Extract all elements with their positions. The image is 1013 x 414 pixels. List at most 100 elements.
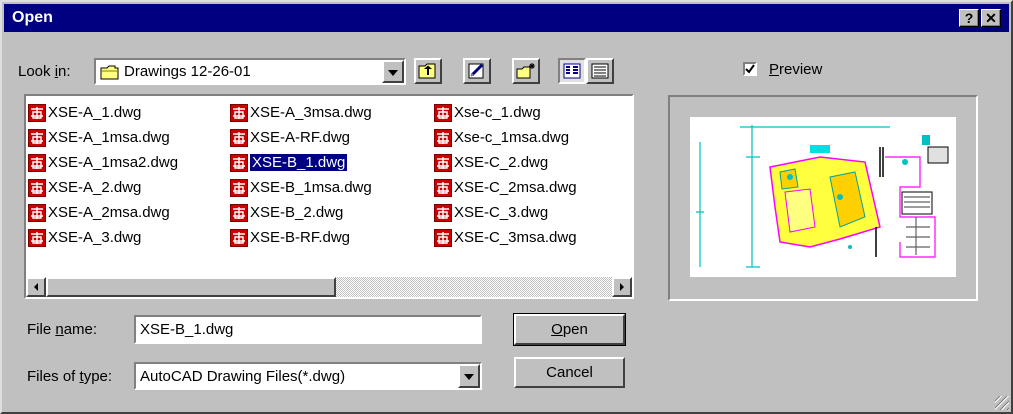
file-column-3: Xse-c_1.dwg Xse-c_1msa.dwg XSE-C_2.dwg XSE-… (434, 100, 577, 250)
file-column-1: XSE-A_1.dwg XSE-A_1msa.dwg XSE-A_1msa2.dwg… (28, 100, 178, 250)
up-one-level-button[interactable] (414, 58, 442, 84)
file-name-text: XSE-A_3.dwg (48, 229, 142, 246)
scroll-thumb[interactable] (46, 277, 336, 297)
file-name-text: XSE-C_2msa.dwg (454, 179, 577, 196)
find-icon (468, 63, 484, 79)
file-name-text: XSE-A-RF.dwg (250, 129, 351, 146)
dwg-file-icon (230, 128, 248, 147)
cancel-button[interactable]: Cancel (514, 357, 625, 388)
file-name-text: XSE-C_3msa.dwg (454, 229, 577, 246)
file-item[interactable]: XSE-C_2.dwg (434, 150, 577, 175)
file-name-text: XSE-B_1msa.dwg (250, 179, 372, 196)
dwg-file-icon (28, 153, 46, 172)
file-type-label: Files of type: (27, 368, 113, 385)
details-view-icon (591, 63, 609, 79)
close-button[interactable]: ✕ (981, 9, 1001, 27)
dwg-file-icon (230, 103, 248, 122)
file-item[interactable]: XSE-A_1msa.dwg (28, 125, 178, 150)
scroll-right-button[interactable] (612, 277, 632, 297)
file-name-value: XSE-B_1.dwg (140, 321, 234, 338)
file-column-2: XSE-A_3msa.dwg XSE-A-RF.dwg XSE-B_1.dwg XSE… (230, 100, 372, 250)
chevron-down-icon (388, 70, 398, 76)
find-button[interactable] (463, 58, 491, 84)
help-button[interactable]: ? (959, 9, 979, 27)
arrow-left-icon (34, 283, 38, 291)
file-list[interactable]: XSE-A_1.dwg XSE-A_1msa.dwg XSE-A_1msa2.dwg… (24, 94, 634, 299)
checkmark-icon (745, 64, 755, 74)
file-name-text: XSE-A_2msa.dwg (48, 204, 170, 221)
file-type-value: AutoCAD Drawing Files(*.dwg) (140, 368, 346, 385)
file-name-text: XSE-C_3.dwg (454, 204, 549, 221)
file-name-text: XSE-B_2.dwg (250, 204, 344, 221)
file-name-text: XSE-A_3msa.dwg (250, 104, 372, 121)
dwg-file-icon (28, 128, 46, 147)
dwg-file-icon (434, 228, 452, 247)
file-item[interactable]: XSE-C_2msa.dwg (434, 175, 577, 200)
file-name-label: File name: (27, 321, 98, 338)
file-name-text: XSE-B_1.dwg (248, 153, 349, 172)
title-bar[interactable]: Open ? ✕ (4, 4, 1009, 32)
file-item[interactable]: XSE-B_1.dwg (230, 150, 372, 175)
dwg-file-icon (230, 153, 248, 172)
file-name-text: Xse-c_1.dwg (454, 104, 541, 121)
file-name-text: XSE-A_2.dwg (48, 179, 142, 196)
file-item[interactable]: XSE-A_3msa.dwg (230, 100, 372, 125)
file-item[interactable]: Xse-c_1.dwg (434, 100, 577, 125)
file-name-text: Xse-c_1msa.dwg (454, 129, 570, 146)
look-in-label: Look in: (18, 63, 71, 80)
preview-panel (668, 95, 978, 301)
horizontal-scrollbar[interactable] (26, 277, 632, 297)
arrow-right-icon (620, 283, 624, 291)
look-in-dropdown-button[interactable] (382, 60, 404, 83)
dwg-file-icon (434, 178, 452, 197)
file-item[interactable]: XSE-A_1msa2.dwg (28, 150, 178, 175)
file-type-dropdown-button[interactable] (458, 364, 480, 388)
file-item[interactable]: XSE-A_2msa.dwg (28, 200, 178, 225)
create-new-folder-button[interactable] (512, 58, 540, 84)
file-name-text: XSE-A_1msa2.dwg (48, 154, 179, 171)
file-item[interactable]: XSE-A_3.dwg (28, 225, 178, 250)
dwg-file-icon (230, 228, 248, 247)
file-name-input[interactable]: XSE-B_1.dwg (134, 315, 482, 344)
look-in-value: Drawings 12-26-01 (124, 63, 251, 80)
file-item[interactable]: XSE-A-RF.dwg (230, 125, 372, 150)
list-view-icon (563, 63, 581, 79)
dwg-file-icon (230, 203, 248, 222)
open-button[interactable]: Open (513, 313, 626, 346)
file-item[interactable]: XSE-C_3.dwg (434, 200, 577, 225)
look-in-combo[interactable]: Drawings 12-26-01 (94, 58, 406, 85)
chevron-down-icon (464, 374, 474, 380)
file-name-text: XSE-A_1.dwg (48, 104, 142, 121)
file-item[interactable]: XSE-B_2.dwg (230, 200, 372, 225)
file-type-combo[interactable]: AutoCAD Drawing Files(*.dwg) (134, 362, 482, 390)
dwg-file-icon (28, 203, 46, 222)
dwg-file-icon (434, 153, 452, 172)
drawing-preview-image (690, 117, 956, 277)
file-name-text: XSE-A_1msa.dwg (48, 129, 170, 146)
dwg-file-icon (434, 128, 452, 147)
open-dialog: Open ? ✕ Look in: Drawings 12-26-01 Prev… (0, 0, 1013, 414)
dwg-file-icon (28, 178, 46, 197)
preview-label: Preview (769, 61, 823, 78)
up-folder-icon (418, 63, 436, 79)
file-item[interactable]: XSE-C_3msa.dwg (434, 225, 577, 250)
dwg-file-icon (434, 103, 452, 122)
file-name-text: XSE-C_2.dwg (454, 154, 549, 171)
details-view-button[interactable] (586, 58, 614, 84)
file-item[interactable]: XSE-A_1.dwg (28, 100, 178, 125)
file-item[interactable]: XSE-B_1msa.dwg (230, 175, 372, 200)
file-name-text: XSE-B-RF.dwg (250, 229, 351, 246)
resize-grip[interactable] (995, 396, 1009, 410)
scroll-left-button[interactable] (26, 277, 46, 297)
dwg-file-icon (434, 203, 452, 222)
folder-icon (100, 65, 119, 80)
file-item[interactable]: Xse-c_1msa.dwg (434, 125, 577, 150)
new-folder-icon (516, 63, 535, 79)
file-item[interactable]: XSE-A_2.dwg (28, 175, 178, 200)
list-view-button[interactable] (558, 58, 586, 84)
file-item[interactable]: XSE-B-RF.dwg (230, 225, 372, 250)
preview-checkbox[interactable] (743, 62, 757, 76)
dwg-file-icon (230, 178, 248, 197)
dwg-file-icon (28, 103, 46, 122)
dwg-file-icon (28, 228, 46, 247)
